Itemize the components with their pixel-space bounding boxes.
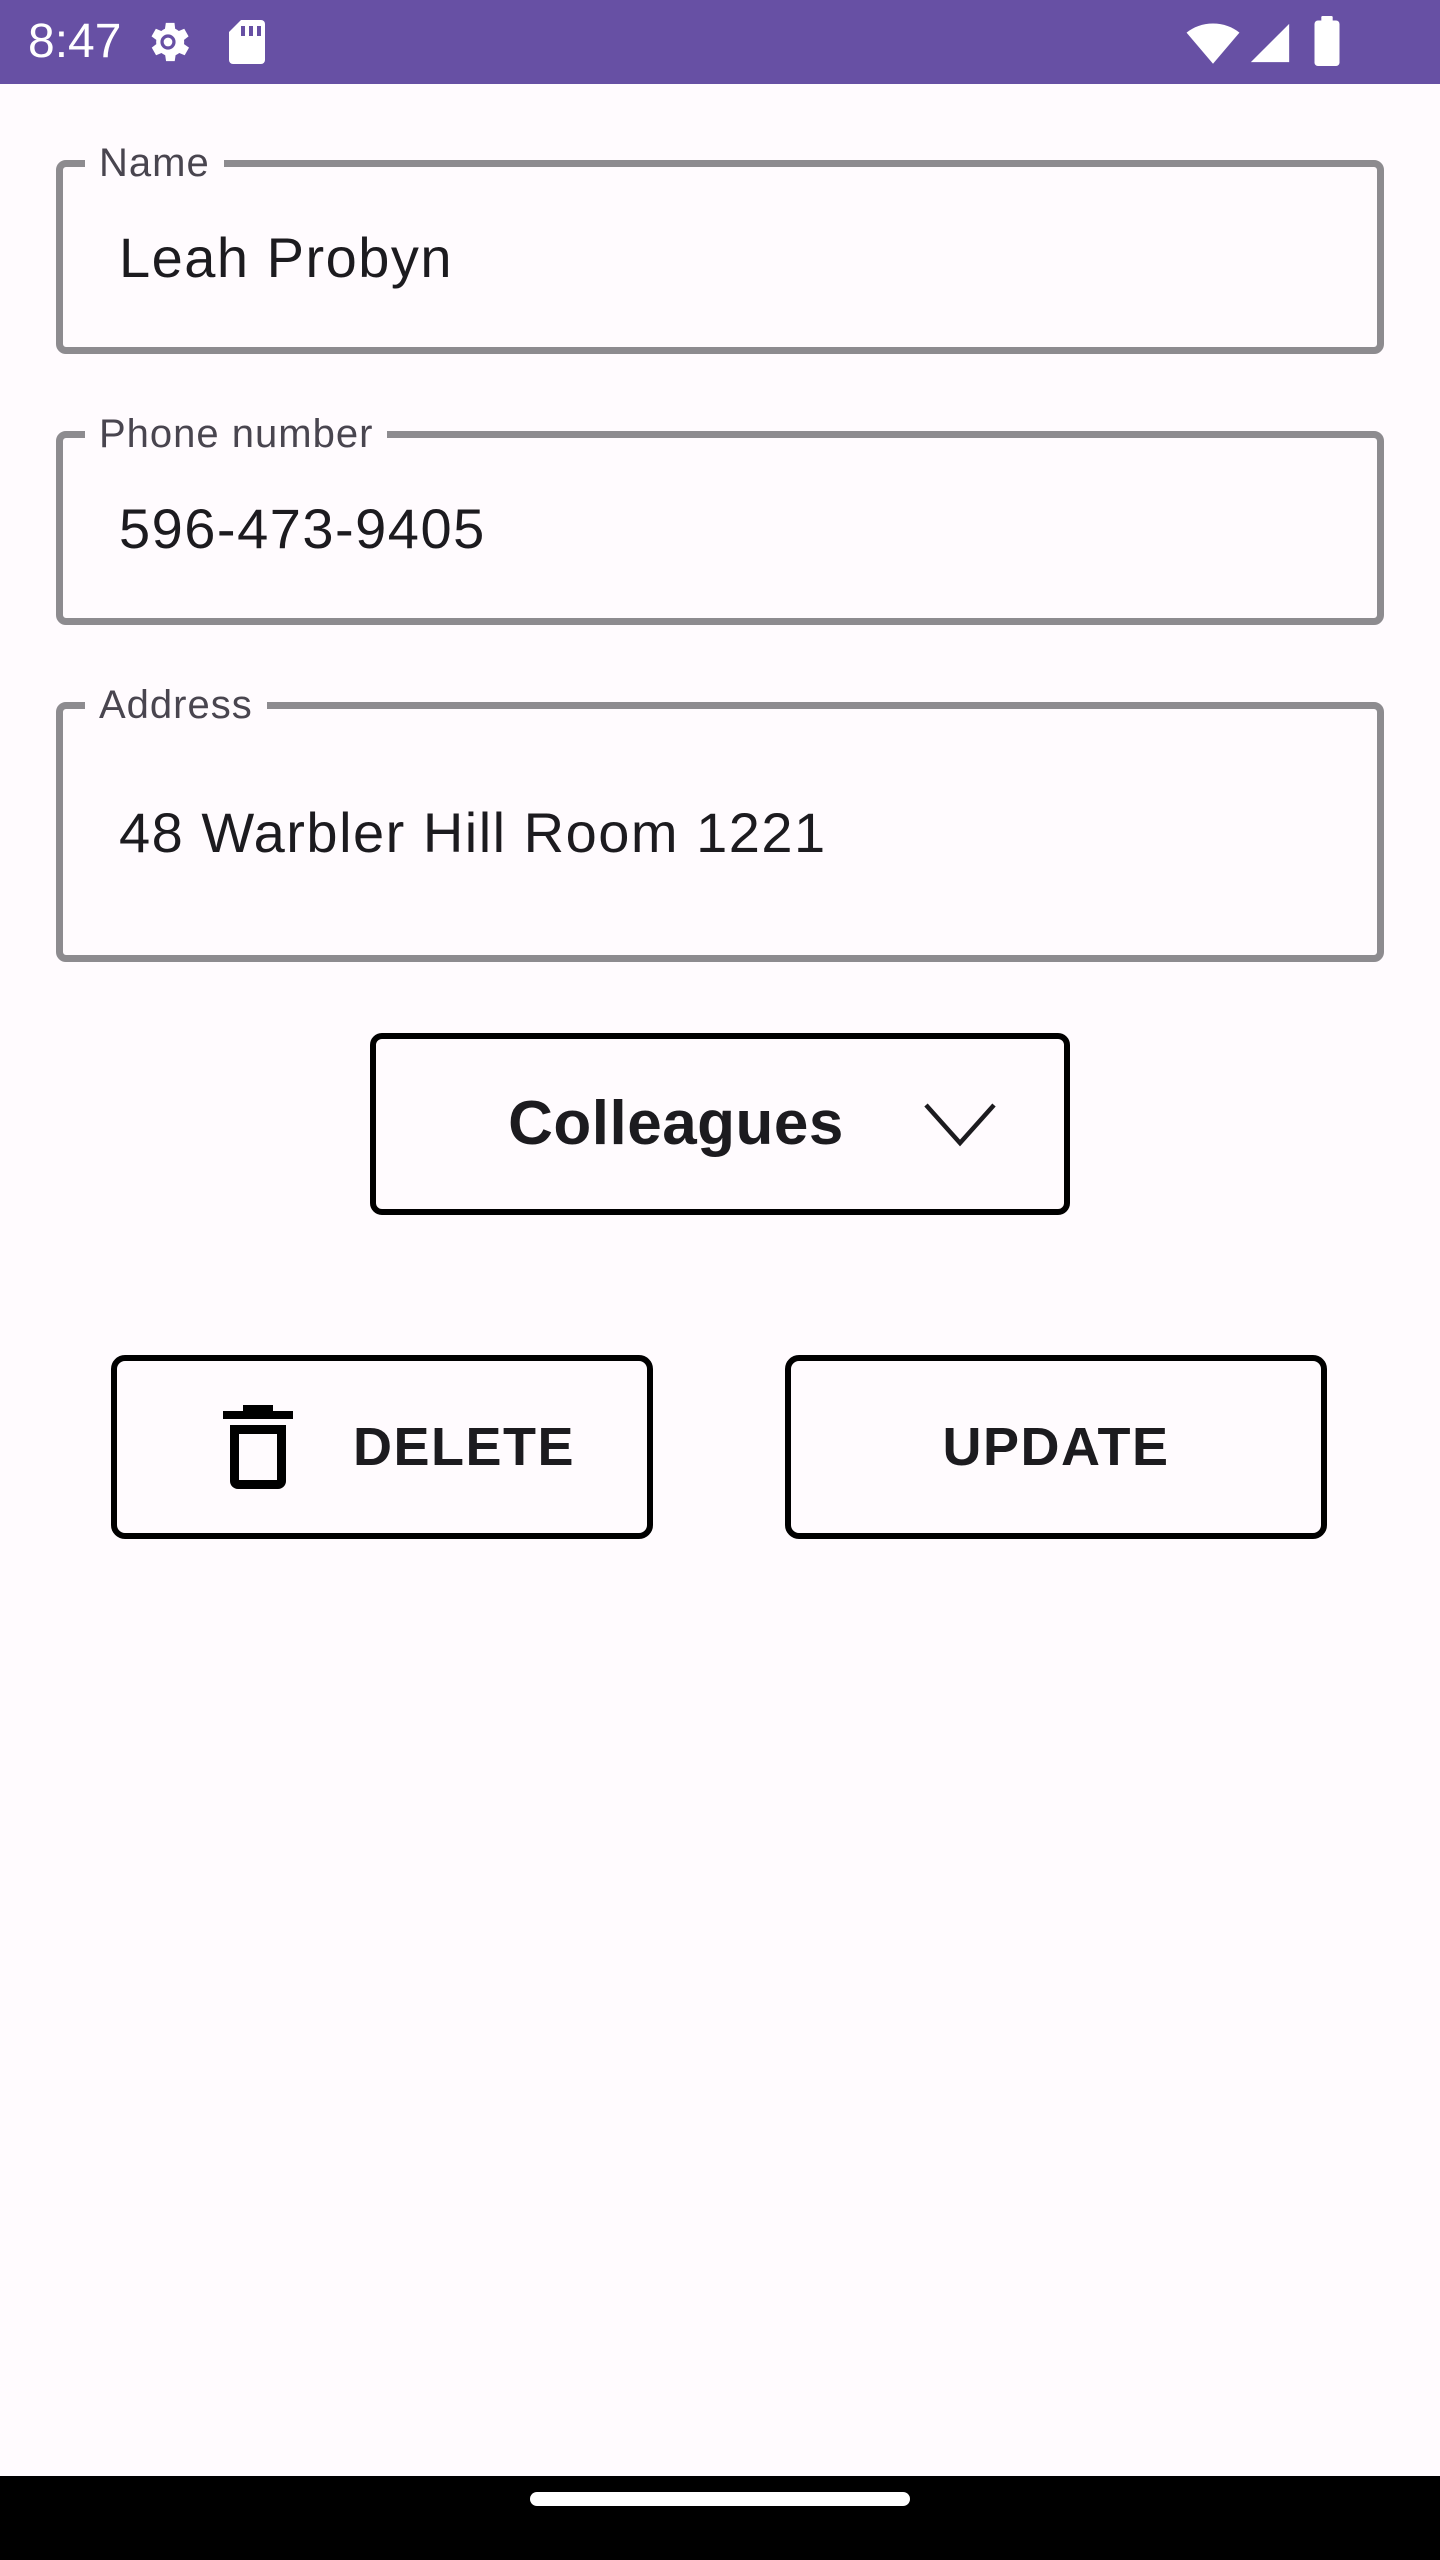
chevron-down-icon bbox=[924, 1103, 996, 1147]
name-field: Name bbox=[56, 137, 1384, 354]
phone-field: Phone number bbox=[56, 408, 1384, 625]
group-dropdown[interactable]: Colleagues bbox=[370, 1033, 1070, 1215]
status-time: 8:47 bbox=[28, 15, 122, 68]
address-field: Address bbox=[56, 679, 1384, 962]
navigation-bar bbox=[0, 2476, 1440, 2560]
phone-field-label: Phone number bbox=[85, 408, 388, 460]
delete-button-label: DELETE bbox=[353, 1417, 576, 1477]
delete-button[interactable]: DELETE bbox=[111, 1355, 653, 1539]
wifi-icon bbox=[1186, 23, 1240, 64]
address-field-label: Address bbox=[85, 679, 267, 731]
name-field-label: Name bbox=[85, 137, 224, 189]
group-dropdown-value: Colleagues bbox=[508, 1089, 844, 1158]
update-button[interactable]: UPDATE bbox=[785, 1355, 1327, 1539]
phone-input[interactable] bbox=[63, 488, 1377, 568]
home-gesture-handle[interactable] bbox=[530, 2492, 910, 2506]
status-bar: 8:47 bbox=[0, 0, 1440, 84]
sd-card-icon bbox=[229, 20, 265, 64]
battery-icon bbox=[1314, 16, 1340, 66]
name-input[interactable] bbox=[63, 217, 1377, 297]
trash-icon bbox=[223, 1405, 293, 1489]
gear-icon bbox=[151, 22, 190, 62]
update-button-label: UPDATE bbox=[942, 1417, 1170, 1477]
cell-signal-icon bbox=[1250, 23, 1290, 63]
address-input[interactable] bbox=[63, 792, 1377, 872]
